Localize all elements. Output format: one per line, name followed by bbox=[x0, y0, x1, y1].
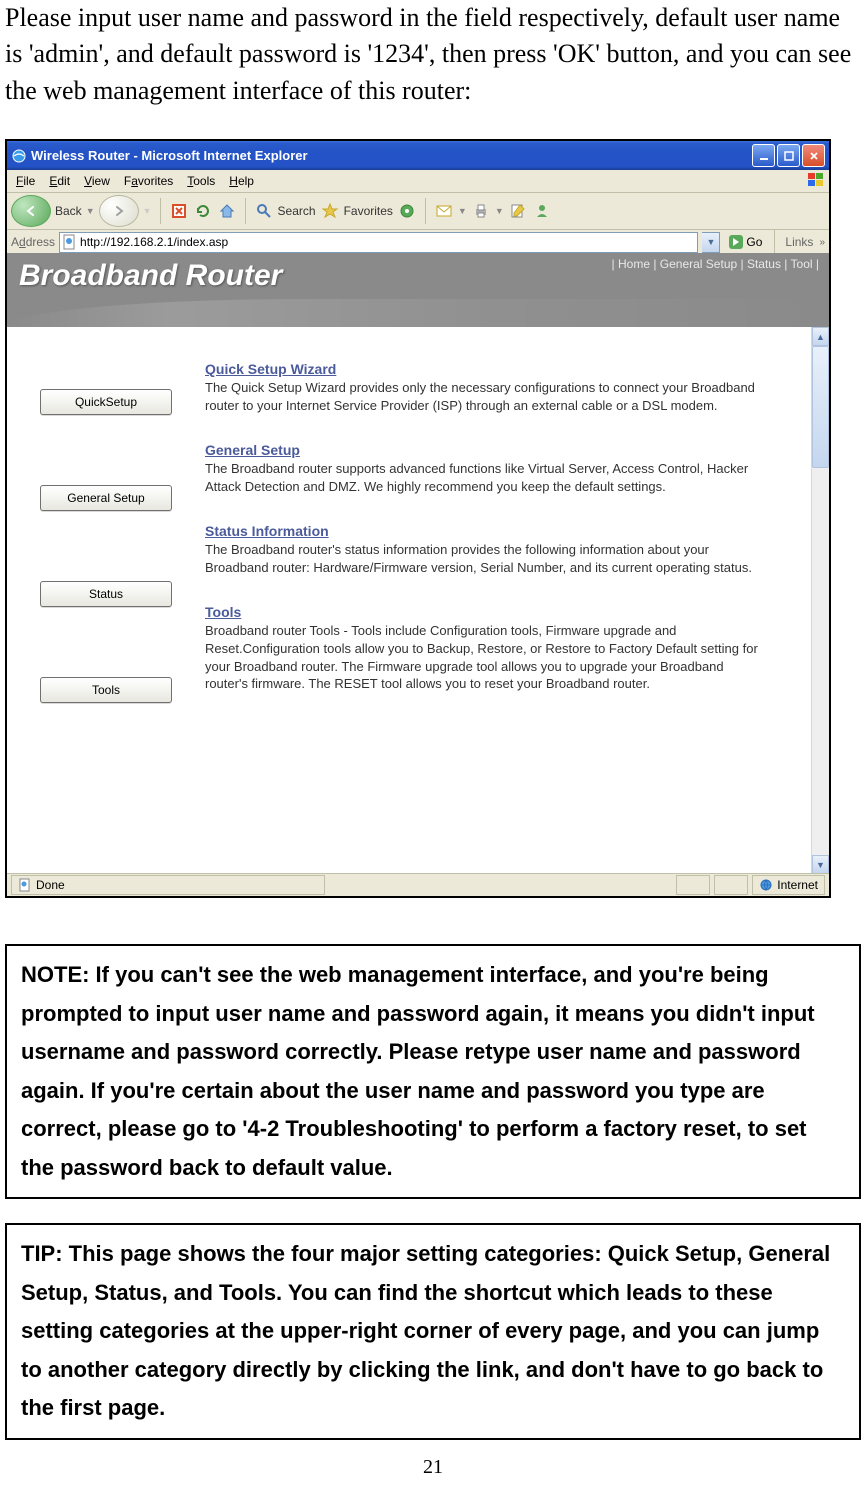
status-zone-panel: Internet bbox=[752, 875, 825, 895]
close-button[interactable] bbox=[802, 144, 825, 167]
scroll-up-icon[interactable]: ▲ bbox=[812, 327, 829, 346]
section-title[interactable]: Quick Setup Wizard bbox=[205, 361, 765, 377]
address-dropdown-icon[interactable]: ▼ bbox=[702, 232, 720, 253]
home-icon[interactable] bbox=[217, 201, 237, 221]
print-icon[interactable] bbox=[471, 201, 491, 221]
router-main-content: Quick Setup Wizard The Quick Setup Wizar… bbox=[205, 327, 829, 874]
menu-help[interactable]: Help bbox=[222, 172, 261, 190]
menu-file[interactable]: File bbox=[9, 172, 42, 190]
note-box: NOTE: If you can't see the web managemen… bbox=[5, 944, 861, 1199]
favorites-icon[interactable] bbox=[320, 201, 340, 221]
status-empty-panel bbox=[676, 875, 710, 895]
edit-page-icon[interactable] bbox=[508, 201, 528, 221]
globe-icon bbox=[759, 878, 773, 892]
status-zone-text: Internet bbox=[777, 878, 818, 892]
maximize-button[interactable] bbox=[777, 144, 800, 167]
section-title[interactable]: General Setup bbox=[205, 442, 765, 458]
windows-flag-icon bbox=[807, 172, 825, 188]
tip-box: TIP: This page shows the four major sett… bbox=[5, 1223, 861, 1440]
section-title[interactable]: Tools bbox=[205, 604, 765, 620]
menu-bar: File Edit View Favorites Tools Help bbox=[7, 170, 829, 193]
status-text: Done bbox=[36, 878, 65, 892]
messenger-icon[interactable] bbox=[532, 201, 552, 221]
menu-tools[interactable]: Tools bbox=[180, 172, 222, 190]
page-number: 21 bbox=[5, 1456, 861, 1479]
toolbar-separator bbox=[774, 229, 775, 255]
media-icon[interactable] bbox=[397, 201, 417, 221]
links-label[interactable]: Links bbox=[783, 235, 815, 249]
back-label: Back bbox=[55, 204, 82, 218]
address-value: http://192.168.2.1/index.asp bbox=[80, 235, 228, 249]
section-description: The Broadband router supports advanced f… bbox=[205, 460, 765, 495]
section-description: The Quick Setup Wizard provides only the… bbox=[205, 379, 765, 414]
address-input[interactable]: http://192.168.2.1/index.asp bbox=[59, 232, 698, 253]
page-icon bbox=[18, 878, 32, 892]
window-title-bar: Wireless Router - Microsoft Internet Exp… bbox=[7, 141, 829, 170]
toolbar: Back ▼ ▼ Search Favorite bbox=[7, 193, 829, 230]
print-dropdown-icon[interactable]: ▼ bbox=[495, 206, 504, 216]
toolbar-separator bbox=[425, 198, 426, 224]
back-button[interactable] bbox=[11, 195, 51, 227]
status-empty-panel bbox=[714, 875, 748, 895]
menu-view[interactable]: View bbox=[77, 172, 117, 190]
section-tools: Tools Broadband router Tools - Tools inc… bbox=[205, 604, 765, 692]
search-label[interactable]: Search bbox=[278, 204, 316, 218]
router-top-links[interactable]: | Home | General Setup | Status | Tool | bbox=[612, 257, 819, 271]
links-chevron-icon[interactable]: » bbox=[819, 237, 825, 248]
address-label: Address bbox=[11, 235, 55, 249]
back-dropdown-icon[interactable]: ▼ bbox=[86, 206, 95, 216]
router-brand: Broadband Router bbox=[19, 259, 282, 293]
quicksetup-button[interactable]: QuickSetup bbox=[40, 389, 172, 415]
section-title[interactable]: Status Information bbox=[205, 523, 765, 539]
address-bar: Address http://192.168.2.1/index.asp ▼ G… bbox=[7, 230, 829, 255]
section-quicksetup: Quick Setup Wizard The Quick Setup Wizar… bbox=[205, 361, 765, 414]
vertical-scrollbar[interactable]: ▲ ▼ bbox=[811, 327, 829, 874]
scroll-track[interactable] bbox=[812, 346, 829, 855]
router-banner: Broadband Router | Home | General Setup … bbox=[7, 253, 829, 327]
scroll-thumb[interactable] bbox=[812, 346, 829, 468]
toolbar-separator bbox=[160, 198, 161, 224]
mail-dropdown-icon[interactable]: ▼ bbox=[458, 206, 467, 216]
router-sidebar: QuickSetup General Setup Status Tools bbox=[7, 327, 205, 874]
stop-icon[interactable] bbox=[169, 201, 189, 221]
section-description: The Broadband router's status informatio… bbox=[205, 541, 765, 576]
search-icon[interactable] bbox=[254, 201, 274, 221]
window-title: Wireless Router - Microsoft Internet Exp… bbox=[31, 148, 752, 163]
section-generalsetup: General Setup The Broadband router suppo… bbox=[205, 442, 765, 495]
page-icon bbox=[62, 234, 78, 250]
minimize-button[interactable] bbox=[752, 144, 775, 167]
go-button[interactable]: Go bbox=[724, 232, 766, 252]
menu-edit[interactable]: Edit bbox=[42, 172, 77, 190]
generalsetup-button[interactable]: General Setup bbox=[40, 485, 172, 511]
web-content: Broadband Router | Home | General Setup … bbox=[7, 253, 829, 874]
forward-button[interactable] bbox=[99, 195, 139, 227]
banner-decoration bbox=[7, 299, 829, 327]
status-bar: Done Internet bbox=[7, 873, 829, 896]
go-label: Go bbox=[746, 235, 762, 249]
status-done-panel: Done bbox=[11, 875, 325, 895]
toolbar-separator bbox=[245, 198, 246, 224]
browser-window: Wireless Router - Microsoft Internet Exp… bbox=[5, 139, 831, 898]
intro-paragraph: Please input user name and password in t… bbox=[5, 0, 861, 109]
section-description: Broadband router Tools - Tools include C… bbox=[205, 622, 765, 692]
menu-favorites[interactable]: Favorites bbox=[117, 172, 180, 190]
mail-icon[interactable] bbox=[434, 201, 454, 221]
forward-dropdown-icon[interactable]: ▼ bbox=[143, 206, 152, 216]
tools-button[interactable]: Tools bbox=[40, 677, 172, 703]
favorites-label[interactable]: Favorites bbox=[344, 204, 393, 218]
section-status: Status Information The Broadband router'… bbox=[205, 523, 765, 576]
ie-icon bbox=[11, 148, 27, 164]
refresh-icon[interactable] bbox=[193, 201, 213, 221]
scroll-down-icon[interactable]: ▼ bbox=[812, 855, 829, 874]
status-button[interactable]: Status bbox=[40, 581, 172, 607]
